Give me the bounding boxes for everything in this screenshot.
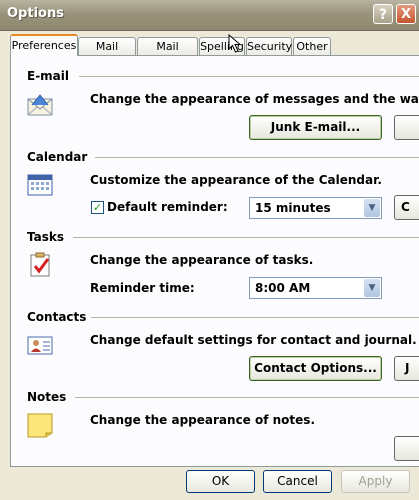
options-dialog: Options ? X Preferences Mail Setup Mail … [0, 0, 419, 500]
default-reminder-label: Default reminder: [107, 200, 228, 214]
cancel-button[interactable]: Cancel [263, 470, 332, 493]
calendar-options-button[interactable]: C [394, 195, 419, 220]
default-reminder-value: 15 minutes [255, 201, 331, 215]
notes-edge-button[interactable] [394, 436, 419, 461]
notes-heading: Notes [27, 390, 67, 404]
default-reminder-select[interactable]: 15 minutes ▼ [249, 197, 382, 219]
tab-strip: Preferences Mail Setup Mail Format Spell… [10, 34, 415, 70]
chevron-down-icon[interactable]: ▼ [364, 279, 380, 297]
tab-security[interactable]: Security [246, 37, 292, 55]
envelope-icon [27, 94, 53, 116]
reminder-time-select[interactable]: 8:00 AM ▼ [249, 277, 382, 299]
contacts-heading: Contacts [27, 310, 87, 324]
close-button[interactable]: X [396, 4, 416, 24]
preferences-panel: E-mail Change the appearance of messages… [10, 55, 419, 467]
reminder-time-value: 8:00 AM [255, 281, 311, 295]
ok-button[interactable]: OK [186, 470, 255, 493]
email-divider [79, 76, 419, 77]
email-heading: E-mail [27, 69, 70, 83]
contact-card-icon [27, 336, 53, 355]
reminder-time-label: Reminder time: [90, 281, 195, 295]
window-title: Options [7, 6, 64, 21]
notes-divider [75, 397, 419, 398]
tasks-divider [73, 237, 419, 238]
tab-mail-format[interactable]: Mail Format [137, 37, 198, 70]
mouse-cursor-icon [228, 34, 242, 53]
chevron-down-icon[interactable]: ▼ [364, 199, 380, 217]
junk-email-button[interactable]: Junk E-mail... [249, 115, 382, 140]
contacts-divider [91, 317, 419, 318]
contact-options-button[interactable]: Contact Options... [249, 356, 382, 381]
tab-mail-setup[interactable]: Mail Setup [78, 37, 136, 70]
title-bar[interactable]: Options ? X [0, 0, 419, 31]
tasks-heading: Tasks [27, 230, 65, 244]
email-edge-button[interactable] [394, 115, 419, 140]
calendar-icon [27, 174, 53, 196]
tab-other[interactable]: Other [293, 37, 331, 55]
sticky-note-icon [27, 413, 53, 438]
notes-description: Change the appearance of notes. [90, 413, 315, 427]
dialog-footer: OK Cancel Apply [0, 468, 419, 500]
email-description: Change the appearance of messages and th… [90, 92, 419, 106]
apply-button[interactable]: Apply [341, 470, 410, 493]
calendar-heading: Calendar [27, 150, 88, 164]
default-reminder-checkbox[interactable]: ✓ [91, 201, 104, 214]
tasks-description: Change the appearance of tasks. [90, 253, 314, 267]
tab-preferences[interactable]: Preferences [10, 34, 78, 56]
help-button[interactable]: ? [373, 4, 393, 24]
calendar-description: Customize the appearance of the Calendar… [90, 173, 382, 187]
calendar-divider [95, 157, 419, 158]
tasks-icon [30, 252, 50, 277]
contacts-description: Change default settings for contact and … [90, 333, 417, 347]
journal-options-button[interactable]: J [394, 356, 419, 381]
